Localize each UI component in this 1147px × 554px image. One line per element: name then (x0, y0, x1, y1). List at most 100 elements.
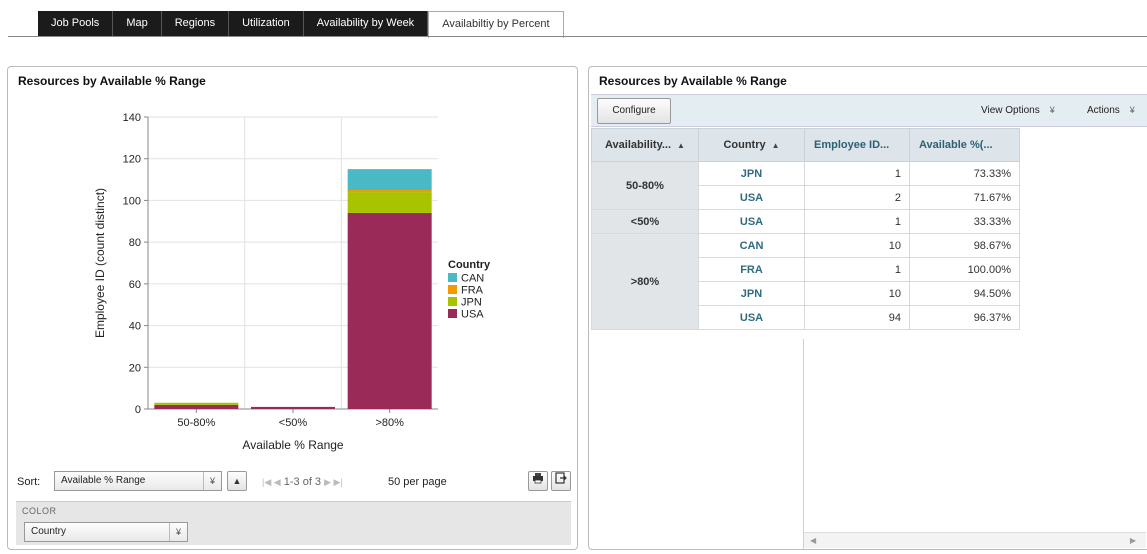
column-header-employee-id[interactable]: Employee ID... (804, 128, 910, 162)
chevron-down-icon: ¥ (169, 523, 187, 541)
scroll-right-icon[interactable]: ▶ (1130, 536, 1136, 545)
triangle-up-icon: ▲ (232, 476, 242, 486)
tab-regions[interactable]: Regions (161, 11, 230, 36)
table-row: >80% CAN 10 98.67% (591, 233, 1020, 330)
pct-cell: 100.00% (909, 257, 1020, 282)
sort-bar: Sort: Available % Range ¥ ▲ |◀ ◀ 1-3 of … (8, 467, 577, 497)
group-cell: 50-80% (591, 161, 699, 210)
column-header-country[interactable]: Country ▲ (698, 128, 805, 162)
y-tick-label: 20 (129, 362, 141, 374)
actions-label: Actions (1087, 105, 1120, 116)
export-button[interactable] (551, 471, 571, 491)
configure-button[interactable]: Configure (597, 98, 671, 124)
stacked-bar-chart: 0 20 40 60 80 100 120 140 50-80% <50% >80% Availabl… (93, 112, 491, 452)
scroll-left-icon[interactable]: ◀ (810, 536, 816, 545)
sort-ascending-icon: ▲ (677, 141, 685, 150)
tab-bar: Job Pools Map Regions Utilization Availa… (38, 11, 564, 38)
chevron-down-icon: ¥ (1049, 105, 1055, 115)
color-select[interactable]: Country ¥ (24, 522, 188, 542)
x-tick-label: <50% (279, 417, 308, 429)
chevron-down-icon: ¥ (203, 472, 221, 490)
country-cell: CAN (698, 233, 805, 258)
tab-availability-by-week[interactable]: Availability by Week (303, 11, 429, 36)
y-tick-label: 80 (129, 237, 141, 249)
x-axis-title: Available % Range (242, 438, 344, 452)
legend-label-usa: USA (461, 309, 484, 321)
count-cell: 1 (804, 257, 910, 282)
pct-cell: 33.33% (909, 209, 1020, 234)
legend-swatch-can (448, 273, 457, 282)
bar-segment-fra (347, 190, 432, 193)
table-toolbar: Configure View Options ¥ Actions ¥ (591, 94, 1147, 127)
legend-swatch-usa (448, 309, 457, 318)
country-cell: JPN (698, 161, 805, 186)
table-header-row: Availability... ▲ Country ▲ Employee ID...… (591, 128, 1020, 162)
chart-panel-title: Resources by Available % Range (18, 74, 206, 88)
y-tick-label: 140 (123, 112, 141, 124)
pct-cell: 96.37% (909, 305, 1020, 330)
x-tick-label: 50-80% (177, 417, 215, 429)
bar-segment-jpn (347, 192, 432, 213)
sort-ascending-button[interactable]: ▲ (227, 471, 247, 491)
count-cell: 1 (804, 161, 910, 186)
y-tick-label: 40 (129, 321, 141, 333)
color-label: COLOR (22, 506, 57, 516)
count-cell: 94 (804, 305, 910, 330)
country-cell: FRA (698, 257, 805, 282)
count-cell: 10 (804, 281, 910, 306)
per-page-label[interactable]: 50 per page (388, 476, 447, 488)
sort-select-value: Available % Range (61, 475, 146, 486)
tab-availability-by-percent[interactable]: Availabiltiy by Percent (428, 11, 564, 38)
y-tick-label: 120 (123, 154, 141, 166)
pivot-table: Availability... ▲ Country ▲ Employee ID...… (591, 128, 1020, 330)
chevron-down-icon: ¥ (1129, 105, 1135, 115)
pct-cell: 98.67% (909, 233, 1020, 258)
printer-icon (533, 473, 543, 484)
count-cell: 1 (804, 209, 910, 234)
column-header-availability[interactable]: Availability... ▲ (591, 128, 699, 162)
print-button[interactable] (528, 471, 548, 491)
y-tick-label: 60 (129, 279, 141, 291)
pager-range: 1-3 of 3 (283, 476, 322, 488)
bar-segment-usa (251, 406, 335, 409)
country-cell: JPN (698, 281, 805, 306)
y-tick-label: 0 (135, 404, 141, 416)
export-icon (555, 472, 567, 484)
table-panel-title: Resources by Available % Range (599, 74, 787, 88)
legend-label-fra: FRA (461, 285, 484, 297)
frozen-column-divider (803, 339, 804, 549)
bar-segment-usa (347, 212, 432, 409)
pager: |◀ ◀ 1-3 of 3 ▶ ▶| (262, 476, 343, 488)
tab-divider (8, 36, 1147, 37)
column-header-available-pct[interactable]: Available %(... (909, 128, 1020, 162)
legend-swatch-jpn (448, 297, 457, 306)
view-options-menu[interactable]: View Options ¥ (981, 105, 1055, 116)
country-cell: USA (698, 305, 805, 330)
pager-next-last-icon[interactable]: ▶ ▶| (324, 477, 343, 487)
bar-segment-can (347, 169, 432, 190)
x-tick-label: >80% (375, 417, 404, 429)
horizontal-scrollbar[interactable]: ◀ ▶ (804, 532, 1146, 548)
tab-map[interactable]: Map (113, 11, 162, 36)
pct-cell: 73.33% (909, 161, 1020, 186)
country-cell: USA (698, 185, 805, 210)
sort-ascending-icon: ▲ (771, 141, 780, 150)
table-panel: Resources by Available % Range Configure… (588, 66, 1147, 550)
chart-panel: Resources by Available % Range 0 20 40 60 80… (7, 66, 578, 550)
country-cell: USA (698, 209, 805, 234)
sort-select[interactable]: Available % Range ¥ (54, 471, 222, 491)
legend-label-can: CAN (461, 273, 484, 285)
actions-menu[interactable]: Actions ¥ (1087, 105, 1135, 116)
bar-segment-usa (154, 404, 239, 409)
tab-utilization[interactable]: Utilization (229, 11, 304, 36)
tab-job-pools[interactable]: Job Pools (38, 11, 114, 36)
view-options-label: View Options (981, 105, 1040, 116)
pager-first-prev-icon[interactable]: |◀ ◀ (262, 477, 281, 487)
legend-title: Country (448, 259, 491, 271)
legend-label-jpn: JPN (461, 297, 482, 309)
count-cell: 2 (804, 185, 910, 210)
color-select-value: Country (31, 526, 67, 537)
sort-label: Sort: (17, 476, 41, 488)
count-cell: 10 (804, 233, 910, 258)
table-row: 50-80% JPN 1 73.33% (591, 161, 1020, 210)
